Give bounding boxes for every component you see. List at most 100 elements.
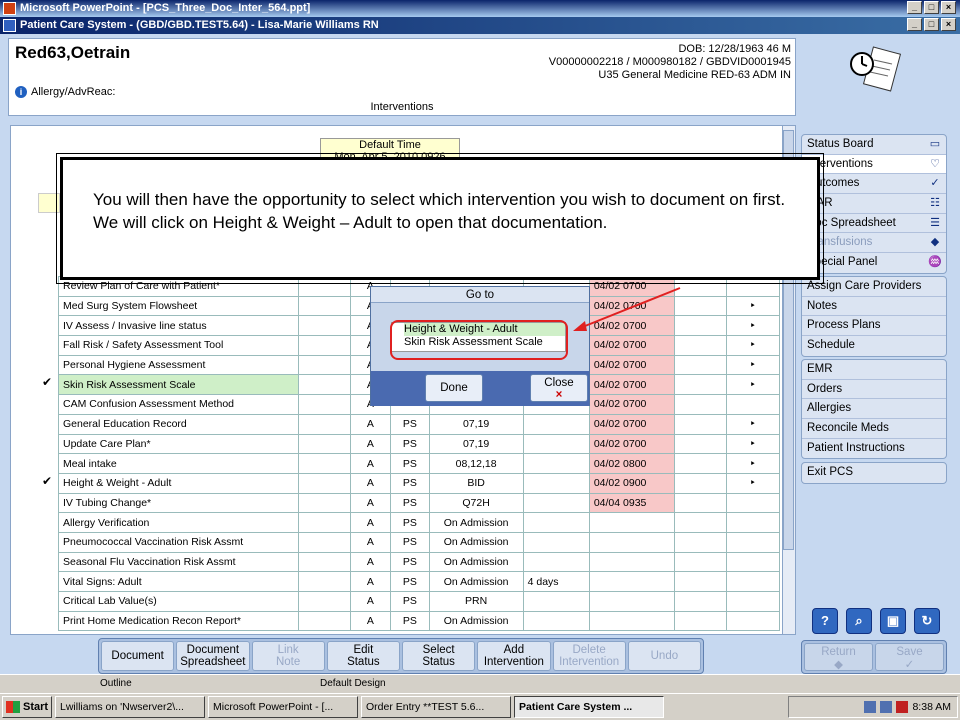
- status-a: A: [349, 531, 392, 553]
- column-header-cell: [38, 193, 60, 213]
- nav-item-interventions[interactable]: Interventions ♡: [802, 154, 946, 175]
- expand-arrow[interactable]: ‣: [725, 472, 781, 494]
- toolbar-button-link-note[interactable]: Link Note: [251, 641, 325, 671]
- frequency-cell: PRN: [428, 591, 524, 612]
- nav-item-allergies[interactable]: Allergies: [802, 399, 946, 420]
- patient-dob: DOB: 12/28/1963 46 M: [678, 43, 791, 55]
- nav-item-notes[interactable]: Notes: [802, 297, 946, 317]
- tray-icon[interactable]: [864, 701, 877, 713]
- nav-item-schedule[interactable]: Schedule: [802, 336, 946, 356]
- expand-arrow[interactable]: [725, 571, 781, 592]
- red-arrow-icon: [573, 287, 681, 331]
- info-icon[interactable]: i: [15, 86, 27, 98]
- save-button[interactable]: Save ✓: [875, 643, 944, 671]
- start-button[interactable]: Start: [2, 696, 52, 718]
- expand-arrow[interactable]: ‣: [725, 354, 781, 376]
- app-minimize-button[interactable]: _: [907, 18, 922, 31]
- expand-arrow[interactable]: ‣: [725, 295, 781, 317]
- table-row[interactable]: Height & Weight - Adult A PS BID 04/02 0900 ‣: [57, 472, 781, 494]
- refresh-icon[interactable]: ↻: [914, 608, 940, 634]
- nav-group-records: EMR Orders Allergies Reconcile Meds Patient …: [801, 359, 947, 460]
- ps-cell: PS: [390, 453, 430, 474]
- expand-arrow[interactable]: [725, 394, 781, 415]
- nav-item-transfusions[interactable]: Transfusions ◆: [802, 233, 946, 254]
- nav-item-process-plans[interactable]: Process Plans: [802, 316, 946, 337]
- nav-item-emr[interactable]: EMR: [802, 360, 946, 380]
- task-powerpoint[interactable]: Microsoft PowerPoint - [...: [208, 696, 358, 718]
- nav-item-special-panel[interactable]: Special Panel ♒: [802, 253, 946, 273]
- expand-arrow[interactable]: ‣: [725, 433, 781, 455]
- due-time-cell: [588, 551, 676, 573]
- search-icon[interactable]: ⌕: [846, 608, 872, 634]
- app-close-button[interactable]: ×: [941, 18, 956, 31]
- tray-icon[interactable]: [880, 701, 893, 713]
- table-row[interactable]: Vital Signs: Adult A PS On Admission 4 days: [57, 571, 781, 592]
- nav-item-mar[interactable]: MAR☷: [802, 194, 946, 214]
- toolbar-button-select-status[interactable]: Select Status: [402, 641, 476, 671]
- expand-arrow[interactable]: ‣: [725, 374, 781, 396]
- nav-item-outcomes[interactable]: Outcomes ✓: [802, 174, 946, 195]
- nav-item-doc-spreadsheet[interactable]: Doc Spreadsheet ☰: [802, 214, 946, 234]
- tray-icon[interactable]: [896, 701, 909, 713]
- intervention-name: Critical Lab Value(s): [57, 591, 300, 612]
- check-icon: ✔: [41, 375, 53, 389]
- help-icon[interactable]: ?: [812, 608, 838, 634]
- table-row[interactable]: General Education Record A PS 07,19 04/02 07…: [57, 413, 781, 435]
- expand-arrow[interactable]: [725, 551, 781, 573]
- toolbar-button-undo[interactable]: Undo: [627, 641, 701, 671]
- expand-arrow[interactable]: [725, 591, 781, 612]
- nav-item-status-board[interactable]: Status Board ▭: [802, 135, 946, 155]
- toolbar-button-delete-intervention[interactable]: Delete Intervention: [552, 641, 626, 671]
- nav-item-assign-care-providers[interactable]: Assign Care Providers: [802, 277, 946, 297]
- expand-arrow[interactable]: ‣: [725, 335, 781, 356]
- ps-cell: PS: [390, 433, 430, 455]
- table-row[interactable]: Pneumococcal Vaccination Risk Assmt A PS On…: [57, 531, 781, 553]
- blank-cell: [298, 551, 351, 573]
- minimize-button[interactable]: _: [907, 1, 922, 14]
- expand-arrow[interactable]: [725, 512, 781, 533]
- status-a: A: [349, 472, 392, 494]
- extra-cell: [522, 591, 590, 612]
- intervention-name: Update Care Plan*: [57, 433, 300, 455]
- return-button[interactable]: Return ◆: [804, 643, 873, 671]
- task-order-entry[interactable]: Order Entry **TEST 5.6...: [361, 696, 511, 718]
- nav-item-patient-instructions[interactable]: Patient Instructions: [802, 439, 946, 459]
- toolbar-button-edit-status[interactable]: Edit Status: [326, 641, 400, 671]
- nav-item-reconcile-meds[interactable]: Reconcile Meds: [802, 419, 946, 439]
- table-row[interactable]: Meal intake A PS 08,12,18 04/02 0800 ‣: [57, 453, 781, 474]
- task-pcs[interactable]: Patient Care System ...: [514, 696, 664, 718]
- nav-item-orders[interactable]: Orders: [802, 380, 946, 400]
- task-lwilliams[interactable]: Lwilliams on 'Nwserver2\...: [55, 696, 205, 718]
- table-row[interactable]: Print Home Medication Recon Report* A PS On…: [57, 610, 781, 632]
- toolbar-button-add-intervention[interactable]: Add Intervention: [477, 641, 551, 671]
- expand-arrow[interactable]: [725, 492, 781, 514]
- status-a: A: [349, 433, 392, 455]
- outline-tab[interactable]: Outline: [100, 678, 132, 689]
- frequency-cell: 07,19: [428, 413, 524, 435]
- table-row[interactable]: IV Tubing Change* A PS Q72H 04/04 0935: [57, 492, 781, 514]
- table-row[interactable]: Seasonal Flu Vaccination Risk Assmt A PS On…: [57, 551, 781, 573]
- lock-icon[interactable]: ▣: [880, 608, 906, 634]
- done-button[interactable]: Done: [425, 374, 483, 402]
- toolbar-button-document-spreadsheet[interactable]: Document Spreadsheet: [176, 641, 250, 671]
- patient-ids: V00000002218 / M000980182 / GBDVID000194…: [548, 56, 791, 68]
- blank-cell: [674, 354, 727, 376]
- expand-arrow[interactable]: ‣: [725, 413, 781, 435]
- close-popup-button[interactable]: Close ×: [530, 374, 588, 402]
- intervention-name: Vital Signs: Adult: [57, 571, 300, 592]
- nav-item-exit-pcs[interactable]: Exit PCS: [802, 463, 946, 483]
- toolbar-button-document[interactable]: Document: [101, 641, 175, 671]
- allergy-label: i Allergy/AdvReac:: [15, 86, 115, 98]
- maximize-button[interactable]: □: [924, 1, 939, 14]
- highlight-oval: [390, 320, 568, 360]
- app-maximize-button[interactable]: □: [924, 18, 939, 31]
- table-row[interactable]: Update Care Plan* A PS 07,19 04/02 0700 ‣: [57, 433, 781, 455]
- close-button[interactable]: ×: [941, 1, 956, 14]
- table-row[interactable]: Allergy Verification A PS On Admission: [57, 512, 781, 533]
- expand-arrow[interactable]: ‣: [725, 315, 781, 337]
- expand-arrow[interactable]: [725, 610, 781, 632]
- blank-cell: [298, 433, 351, 455]
- expand-arrow[interactable]: [725, 531, 781, 553]
- table-row[interactable]: Critical Lab Value(s) A PS PRN: [57, 591, 781, 612]
- expand-arrow[interactable]: ‣: [725, 453, 781, 474]
